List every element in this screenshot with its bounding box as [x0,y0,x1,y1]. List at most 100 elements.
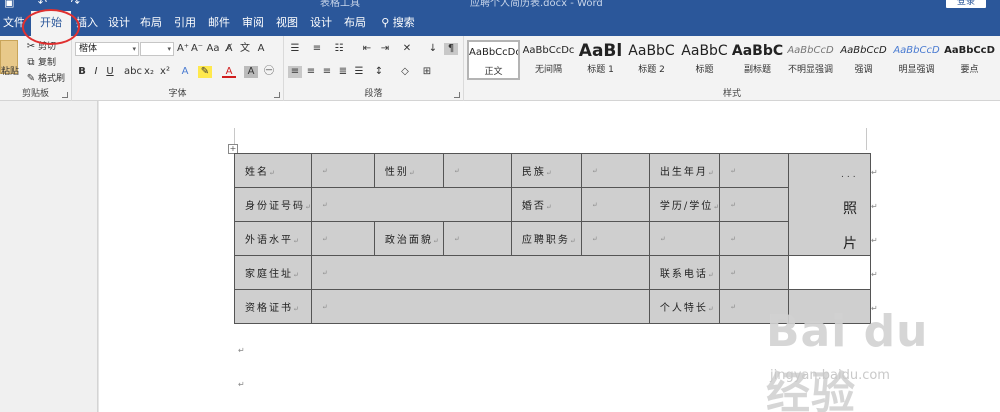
decrease-indent-button[interactable]: ⇤ [360,43,374,55]
value-cell[interactable]: ↵ [310,187,512,222]
tab-view[interactable]: 视图 [273,11,301,36]
cut-button[interactable]: ✂ 剪切 [24,39,56,53]
superscript-button[interactable]: x² [158,66,172,78]
value-cell[interactable]: ↵ [648,221,721,256]
value-cell[interactable]: ↵ [442,153,512,188]
search-box[interactable]: ⚲ 搜索 [378,11,418,36]
grow-font-button[interactable]: A⁺ [176,43,190,55]
style-subtitle[interactable]: AaBbC 副标题 [731,40,784,80]
label-cell[interactable]: 政治面貌↵ [373,221,444,256]
borders-button[interactable]: ⊞ [420,66,434,78]
highlight-button[interactable]: ✎ [198,66,212,78]
tab-references[interactable]: 引用 [171,11,199,36]
change-case-button[interactable]: Aa [206,43,220,55]
tab-layout[interactable]: 布局 [137,11,165,36]
tab-table-design[interactable]: 设计 [307,11,335,36]
multilevel-list-button[interactable]: ☷ [332,43,346,55]
label-cell[interactable]: 身份证号码↵ [234,187,312,222]
label-cell[interactable]: 婚否↵ [510,187,582,222]
label-cell[interactable]: 学历/学位↵ [648,187,721,222]
style-no-spacing[interactable]: AaBbCcDc 无间隔 [522,40,575,80]
tab-design[interactable]: 设计 [105,11,133,36]
style-normal[interactable]: AaBbCcDc 正文 [467,40,520,80]
tab-mailings[interactable]: 邮件 [205,11,233,36]
style-title[interactable]: AaBbC 标题 [678,40,731,80]
value-cell[interactable]: ↵ [310,255,650,290]
value-cell[interactable]: ↵ [719,187,790,222]
label-cell[interactable]: 性别↵ [373,153,444,188]
char-border-button[interactable]: A [254,43,268,55]
login-button[interactable]: 登录 [946,0,986,8]
label-cell[interactable]: 家庭住址↵ [234,255,312,290]
paragraph-launcher[interactable] [454,92,460,98]
distributed-button[interactable]: ☰ [352,66,366,78]
label-cell[interactable]: 姓名↵ [234,153,312,188]
font-name-select[interactable]: 楷体 ▾ [75,42,139,56]
value-cell[interactable]: ↵ [580,187,650,222]
clear-format-button[interactable]: A̸ [222,43,236,55]
phonetic-guide-button[interactable]: 文 [238,43,252,55]
numbering-icon: ≡ [312,43,322,54]
font-launcher[interactable] [274,92,280,98]
shading-button[interactable]: ◇ [398,66,412,78]
increase-indent-button[interactable]: ⇥ [378,43,392,55]
label-cell[interactable]: 联系电话↵ [648,255,721,290]
row-end-mark: ↵ [871,236,878,245]
show-marks-button[interactable]: ¶ [444,43,458,55]
paste-button[interactable]: 粘贴 [1,64,19,77]
font-color-button[interactable]: A [222,66,236,78]
quick-access-toolbar[interactable]: ▣ ↶ ↷ [4,0,90,9]
align-center-button[interactable]: ≡ [304,66,318,78]
sort-button[interactable]: ↓ [426,43,440,55]
justify-button[interactable]: ≣ [336,66,350,78]
align-left-button[interactable]: ≡ [288,66,302,78]
tab-table-layout[interactable]: 布局 [341,11,369,36]
style-emphasis[interactable]: AaBbCcD 强调 [837,40,890,80]
style-strong[interactable]: AaBbCcD 要点 [943,40,996,80]
value-cell[interactable]: ↵ [310,221,375,256]
style-heading-2[interactable]: AaBbC 标题 2 [625,40,678,80]
photo-cell[interactable] [788,153,872,256]
label-cell[interactable]: 外语水平↵ [234,221,312,256]
copy-button[interactable]: ⧉ 复制 [24,55,56,69]
label-cell[interactable]: 应聘职务↵ [510,221,582,256]
bold-button[interactable]: B [75,66,89,78]
label-cell[interactable]: 出生年月↵ [648,153,721,188]
tab-review[interactable]: 审阅 [239,11,267,36]
value-cell[interactable]: ↵ [310,153,375,188]
bullets-button[interactable]: ☰ [288,43,302,55]
value-cell[interactable]: ↵ [719,255,790,290]
tab-home[interactable]: 开始 [31,11,71,36]
label-cell[interactable]: 个人特长↵ [648,289,721,324]
value-cell[interactable]: ↵ [719,221,790,256]
underline-button[interactable]: U [103,66,117,78]
justify-icon: ≣ [338,66,348,77]
chinese-layout-button[interactable]: ✕ [400,43,414,55]
clipboard-launcher[interactable] [62,92,68,98]
style-heading-1[interactable]: AaBl 标题 1 [574,40,627,80]
line-spacing-button[interactable]: ↕ [372,66,386,78]
enclose-char-button[interactable]: ㊀ [262,66,276,78]
italic-button[interactable]: I [89,66,103,78]
tab-insert[interactable]: 插入 [73,11,101,36]
shrink-font-button[interactable]: A⁻ [190,43,204,55]
numbering-button[interactable]: ≡ [310,43,324,55]
align-right-button[interactable]: ≡ [320,66,334,78]
text-effects-button[interactable]: A [178,66,192,78]
style-intense-emphasis[interactable]: AaBbCcD 明显强调 [890,40,943,80]
value-cell[interactable]: ↵ [580,153,650,188]
char-shading-button[interactable]: A [244,66,258,78]
label-cell[interactable]: 资格证书↵ [234,289,312,324]
style-subtle-emphasis[interactable]: AaBbCcD 不明显强调 [784,40,837,80]
value-cell[interactable]: ↵ [442,221,512,256]
value-cell[interactable]: ↵ [719,153,790,188]
format-painter-button[interactable]: ✎ 格式刷 [24,71,65,85]
label-cell[interactable]: 民族↵ [510,153,582,188]
value-cell[interactable]: ↵ [580,221,650,256]
subscript-button[interactable]: x₂ [142,66,156,78]
value-cell[interactable]: ↵ [310,289,650,324]
font-size-select[interactable]: ▾ [140,42,174,56]
empty-cell[interactable] [788,255,872,290]
strikethrough-button[interactable]: abc [124,66,142,78]
tab-file[interactable]: 文件 [2,11,26,36]
